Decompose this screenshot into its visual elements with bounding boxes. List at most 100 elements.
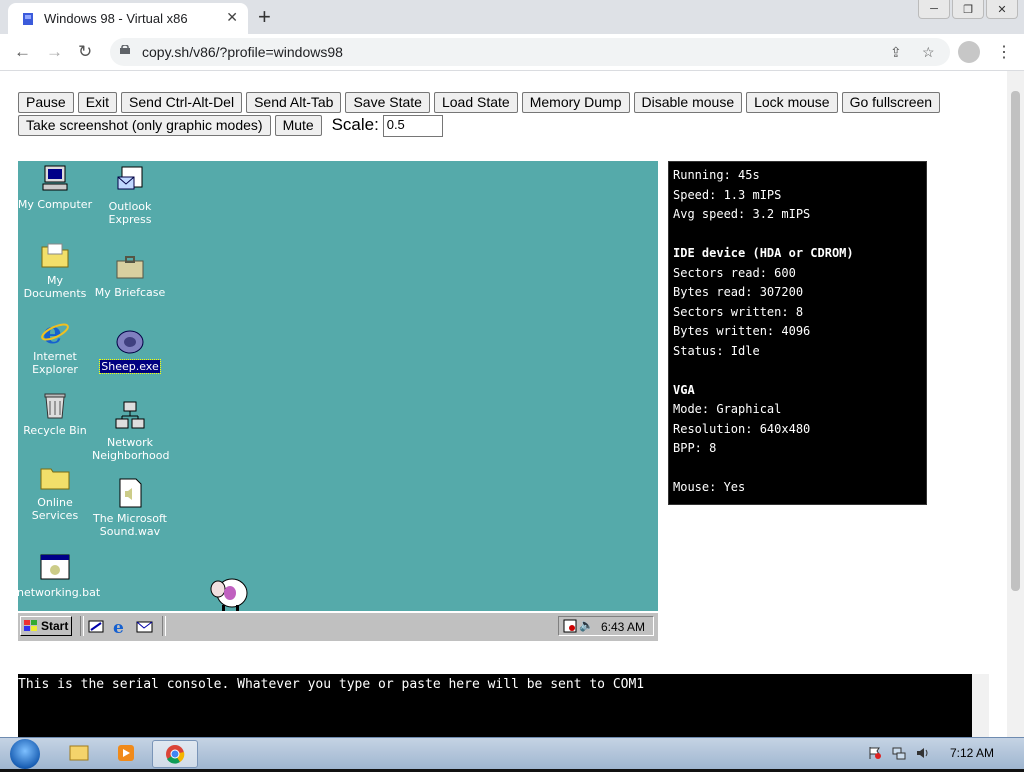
emulator-screen[interactable]: My Computer My Documents e Internet Explore… <box>18 161 658 641</box>
desktop-icon-my-computer[interactable]: My Computer <box>18 163 93 211</box>
v86-favicon-icon <box>23 13 33 25</box>
v86-button-exit[interactable]: Exit <box>77 92 118 113</box>
network-tray-icon[interactable] <box>892 746 906 760</box>
serial-console-scrollbar[interactable] <box>972 674 989 737</box>
desktop-icon-label: My Briefcase <box>94 286 166 299</box>
recycle-bin-icon <box>39 389 71 421</box>
explorer-taskbar-icon[interactable] <box>56 740 100 766</box>
online-services-icon <box>39 461 71 493</box>
back-arrow-icon[interactable]: ← <box>14 42 31 62</box>
my-computer-icon <box>39 163 71 195</box>
scale-input[interactable]: 0.5 <box>382 115 443 138</box>
v86-button-memory-dump[interactable]: Memory Dump <box>521 92 630 113</box>
microsoft-sound-wav-icon <box>114 477 146 509</box>
page-scrollbar[interactable] <box>1007 71 1024 737</box>
win98-clock[interactable]: 6:43 AM <box>601 620 645 634</box>
sheep-sprite-icon[interactable] <box>208 573 250 613</box>
stat-sectors-written: Sectors written: 8 <box>673 304 804 319</box>
start-button[interactable]: Start <box>20 616 72 636</box>
stat-bytes-read: Bytes read: 307200 <box>673 285 804 299</box>
stat-resolution: Resolution: 640x480 <box>673 421 811 436</box>
stat-status: Status: Idle <box>673 343 760 358</box>
close-window-button[interactable]: ✕ <box>986 0 1018 19</box>
outlook-express-icon <box>114 165 146 197</box>
v86-button-take-screenshot-only-graphic-modes[interactable]: Take screenshot (only graphic modes) <box>18 115 271 136</box>
volume-tray-icon[interactable] <box>916 746 930 760</box>
url-text: copy.sh/v86/?profile=windows98 <box>142 44 343 60</box>
v86-button-send-ctrl-alt-del[interactable]: Send Ctrl-Alt-Del <box>121 92 243 113</box>
desktop-icon-online-services[interactable]: Online Services <box>18 461 93 522</box>
browser-tab[interactable]: Windows 98 - Virtual x86 ✕ <box>8 3 248 34</box>
desktop-icon-microsoft-sound-wav[interactable]: The Microsoft Sound.wav <box>92 477 168 538</box>
desktop-icon-label: The Microsoft Sound.wav <box>92 512 167 538</box>
stat-bpp: BPP: 8 <box>673 441 717 455</box>
desktop-icon-label: Network Neighborhood <box>92 436 170 462</box>
desktop-icon-outlook-express[interactable]: Outlook Express <box>92 165 168 226</box>
windows-logo-icon <box>24 620 37 631</box>
bookmark-star-icon[interactable]: ☆ <box>922 44 935 61</box>
my-documents-icon <box>39 239 71 271</box>
svg-text:e: e <box>113 618 124 635</box>
serial-console[interactable]: This is the serial console. Whatever you… <box>18 674 973 737</box>
action-center-flag-icon[interactable] <box>868 746 882 760</box>
desktop-icon-label: My Computer <box>18 198 93 211</box>
forward-arrow-icon[interactable]: → <box>46 42 63 62</box>
scrollbar-thumb[interactable] <box>1011 91 1020 591</box>
maximize-button[interactable]: ❐ <box>952 0 984 19</box>
windows-start-orb-icon[interactable] <box>10 739 40 769</box>
desktop-icon-internet-explorer[interactable]: e Internet Explorer <box>18 315 93 376</box>
internet-explorer-icon: e <box>39 315 71 351</box>
show-desktop-icon[interactable] <box>88 618 105 635</box>
window-controls: ─ ❐ ✕ <box>918 0 1018 19</box>
desktop-icon-label: Online Services <box>31 496 79 522</box>
tab-title: Windows 98 - Virtual x86 <box>44 11 188 26</box>
desktop-icon-network-neighborhood[interactable]: Network Neighborhood <box>92 401 170 462</box>
stat-sectors-read: Sectors read: 600 <box>673 265 796 280</box>
desktop-icon-label: Sheep.exe <box>99 359 161 374</box>
desktop-icon-my-briefcase[interactable]: My Briefcase <box>92 251 168 299</box>
chrome-taskbar-icon[interactable] <box>152 740 198 768</box>
desktop-icon-recycle-bin[interactable]: Recycle Bin <box>18 389 93 437</box>
tab-close-icon[interactable]: ✕ <box>226 9 238 26</box>
stat-avg-speed: Avg speed: 3.2 mIPS <box>673 207 811 221</box>
serial-console-text: This is the serial console. Whatever you… <box>18 677 645 692</box>
address-bar[interactable]: copy.sh/v86/?profile=windows98 ⇪ ☆ <box>110 38 950 66</box>
v86-controls-row-2: Take screenshot (only graphic modes) Mute… <box>18 115 443 138</box>
os-taskbar: 7:12 AM <box>0 737 1024 769</box>
stats-panel: Running: 45s Speed: 1.3 mIPS Avg speed: … <box>668 161 927 505</box>
stat-speed: Speed: 1.3 mIPS <box>673 187 782 202</box>
internet-explorer-quick-icon[interactable]: e <box>112 618 129 635</box>
desktop-icon-networking-bat[interactable]: networking.bat <box>18 551 100 599</box>
new-tab-button[interactable]: + <box>258 4 271 30</box>
v86-button-disable-mouse[interactable]: Disable mouse <box>633 92 743 113</box>
desktop-icon-label: Outlook Express <box>108 200 152 226</box>
minimize-button[interactable]: ─ <box>918 0 950 19</box>
outlook-express-quick-icon[interactable] <box>136 618 153 635</box>
v86-button-save-state[interactable]: Save State <box>345 92 430 113</box>
profile-avatar-icon[interactable] <box>958 41 980 63</box>
v86-button-mute[interactable]: Mute <box>274 115 322 136</box>
volume-tray-icon[interactable]: 🔈 <box>579 618 594 632</box>
reload-icon[interactable]: ↻ <box>78 42 92 62</box>
desktop-icon-my-documents[interactable]: My Documents <box>18 239 93 300</box>
start-label: Start <box>41 619 69 633</box>
v86-button-lock-mouse[interactable]: Lock mouse <box>746 92 838 113</box>
v86-button-go-fullscreen[interactable]: Go fullscreen <box>841 92 941 113</box>
os-clock[interactable]: 7:12 AM <box>950 746 994 760</box>
scheduler-tray-icon[interactable] <box>563 619 577 633</box>
v86-button-pause[interactable]: Pause <box>18 92 74 113</box>
desktop-icon-sheep-exe[interactable]: Sheep.exe <box>92 325 168 374</box>
lock-icon <box>120 45 130 54</box>
share-icon[interactable]: ⇪ <box>890 44 902 61</box>
stat-vga-header: VGA <box>673 382 695 397</box>
system-tray: 🔈 6:43 AM <box>558 616 654 636</box>
my-briefcase-icon <box>114 251 146 283</box>
browser-tab-bar: Windows 98 - Virtual x86 ✕ + ─ ❐ ✕ <box>0 0 1024 34</box>
v86-button-load-state[interactable]: Load State <box>433 92 518 113</box>
v86-button-send-alt-tab[interactable]: Send Alt-Tab <box>246 92 342 113</box>
stat-mode: Mode: Graphical <box>673 402 782 416</box>
chrome-menu-icon[interactable]: ⋮ <box>996 42 1012 62</box>
media-player-taskbar-icon[interactable] <box>104 740 148 766</box>
stat-running: Running: 45s <box>673 168 760 182</box>
stat-mouse: Mouse: Yes <box>673 480 746 494</box>
